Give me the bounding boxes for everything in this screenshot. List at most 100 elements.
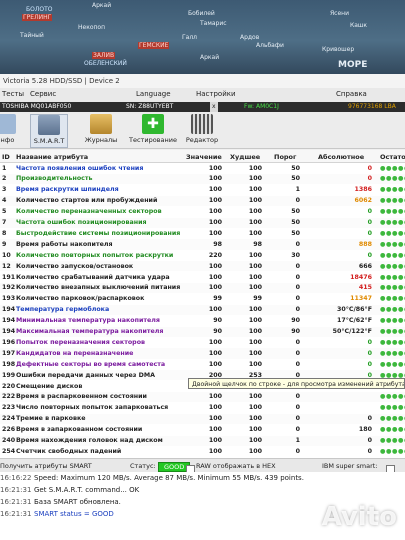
smart-row[interactable]: 4 Количество стартов или пробуждений 100 10… [0,195,405,206]
attr-name: Попыток переназначения секторов [16,338,146,346]
smart-row[interactable]: 191 Количество срабатываний датчика удара… [0,272,405,282]
attr-threshold: 0 [295,240,300,248]
menu-help[interactable]: Справка [336,90,367,98]
attr-absolute: 11347 [350,295,372,303]
col-absolute[interactable]: Абсолютное [318,153,364,161]
attr-absolute: 0 [367,447,372,455]
smart-row[interactable]: 1 Частота появления ошибок чтения 100 100 50… [0,163,405,173]
toolbar-label: S.M.A.R.T [33,137,65,145]
attr-threshold: 0 [295,415,300,423]
toolbar-smart-button[interactable]: S.M.A.R.T [30,114,68,148]
menu-tests[interactable]: Тесты [2,90,24,98]
attr-worst: 100 [248,437,262,444]
log-time: 16:21:31 [0,486,32,494]
attr-absolute: 180 [358,426,372,434]
smart-row[interactable]: 194 Температура гермоблока 100 100 0 30°C/86°… [0,304,405,315]
col-remainder[interactable]: Остаток [380,153,405,161]
col-id[interactable]: ID [2,153,10,161]
attr-remainder-indicator: ●●●●● [380,349,405,357]
attr-name: Счетчик свободных падений [16,447,122,455]
map-label: МОРЕ [338,60,368,70]
smart-row[interactable]: 2 Производительность 100 100 50 0 ●●●●● [0,173,405,185]
smart-row[interactable]: 240 Время нахождения головок над диском 10… [0,435,405,446]
attr-name: Количество повторных попыток раскрутки [16,251,174,259]
toolbar-label: Редактор [185,136,219,144]
smart-row[interactable]: 193 Количество парковок/распарковок 99 99 0 1… [0,294,405,304]
smart-row[interactable]: 254 Счетчик свободных падений 100 100 0 0 ●●●●… [0,446,405,456]
smart-row[interactable]: 192 Количество внезапных выключений питан… [0,282,405,294]
status-label: Статус: [130,462,156,470]
attr-remainder-indicator: ●●●●● [380,197,405,205]
attr-absolute: 0 [367,360,372,368]
attr-value: 98 [213,240,222,248]
map-label: Ардов [240,34,260,41]
get-smart-attributes-button[interactable]: Получить атрибуты SMART [0,462,92,470]
smart-row[interactable]: 194 Максимальная температура накопителя 90… [0,326,405,337]
device-close-button[interactable]: x [210,102,218,112]
menu-settings[interactable]: Настройки [196,90,236,98]
menu-language[interactable]: Language [136,90,171,98]
smart-row[interactable]: 8 Быстродействие системы позиционирования… [0,228,405,238]
attr-id: 2 [2,175,7,183]
attr-value: 100 [208,306,222,314]
attr-absolute: 0 [367,219,372,226]
smart-row[interactable]: 224Тремие в парковке 100 100 0 0 ●●●●● [0,413,405,424]
attr-name: Частота появления ошибок чтения [16,164,144,172]
attr-id: 4 [2,197,7,205]
attr-value: 99 [213,295,222,303]
attr-absolute: 0 [367,338,372,346]
attr-remainder-indicator: ●●●●● [380,426,405,434]
attr-name: Производительность [16,175,93,183]
attr-value: 100 [208,415,222,423]
attr-value: 100 [208,262,222,270]
attr-worst: 100 [248,229,262,237]
attr-worst: 100 [248,186,262,194]
menu-service[interactable]: Сервис [30,90,56,98]
attr-id: 5 [2,208,7,216]
attr-absolute: 0 [367,175,372,183]
attr-name: Количество запусков/остановок [16,262,134,270]
map-label: ГЕМСКИЕ [138,42,170,49]
col-threshold[interactable]: Порог [274,153,296,161]
attr-remainder-indicator: ●●●●● [380,393,405,401]
attr-remainder-indicator: ●●●●● [380,437,405,444]
toolbar-testing-button[interactable]: ✚ Тестирование [128,114,178,144]
attr-name: Время в запаркованном состоянии [16,426,143,434]
col-name[interactable]: Название атрибута [16,153,88,161]
map-label: Тайный [20,32,44,39]
col-worst[interactable]: Худшее [230,153,260,161]
attr-remainder-indicator: ●●●●● [380,295,405,303]
log-message: База SMART обновлена. [34,498,121,506]
attr-threshold: 0 [295,306,300,314]
smart-row[interactable]: 194 Минимальная температура накопителя 90 1… [0,316,405,326]
attr-absolute: 0 [367,229,372,237]
map-label: ОБЕЛЕНСКИЙ [84,60,127,67]
smart-row[interactable]: 10 Количество повторных попыток раскрутки… [0,250,405,260]
attr-remainder-indicator: ●●●●● [380,338,405,346]
attr-threshold: 0 [295,197,300,205]
attr-threshold: 0 [295,295,300,303]
col-value[interactable]: Значение [186,153,222,161]
attr-value: 100 [208,164,222,172]
log-time: 16:21:31 [0,510,32,518]
smart-row[interactable]: 197 Кандидатов на переназначение 100 100 0 0 ●… [0,348,405,359]
smart-row[interactable]: 196 Попыток переназначения секторов 100 100… [0,337,405,347]
smart-row[interactable]: 7 Частота ошибок позиционирования 100 100 50… [0,217,405,228]
smart-row[interactable]: 12 Количество запусков/остановок 100 100 0 66… [0,261,405,272]
smart-row[interactable]: 198 Дефектные секторы во время самотеста 1… [0,359,405,369]
smart-row[interactable]: 5 Количество переназначенных секторов 100 1… [0,207,405,217]
smart-row[interactable]: 226 Время в запаркованном состоянии 100 100… [0,425,405,435]
smart-row[interactable]: 222 Время в распарковенном состоянии 100 10… [0,391,405,403]
attr-remainder-indicator: ●●●●● [380,404,405,412]
attr-worst: 100 [248,208,262,216]
toolbar-editor-button[interactable]: Редактор [182,114,222,144]
attr-worst: 100 [248,306,262,314]
attr-value: 100 [208,197,222,205]
attr-id: 192 [2,284,16,292]
smart-row[interactable]: 3 Время раскрутки шпинделя 100 100 1 1386 ●●●●… [0,185,405,195]
smart-row[interactable]: 223 Число повторных попыток запарковаться… [0,403,405,413]
smart-row[interactable]: 9 Время работы накопителя 98 98 0 888 ●●●●● [0,239,405,250]
toolbar-journals-button[interactable]: Журналы [80,114,122,144]
toolbar-info-button[interactable]: Инфо [0,114,16,144]
map-label: Кашк [350,22,368,29]
